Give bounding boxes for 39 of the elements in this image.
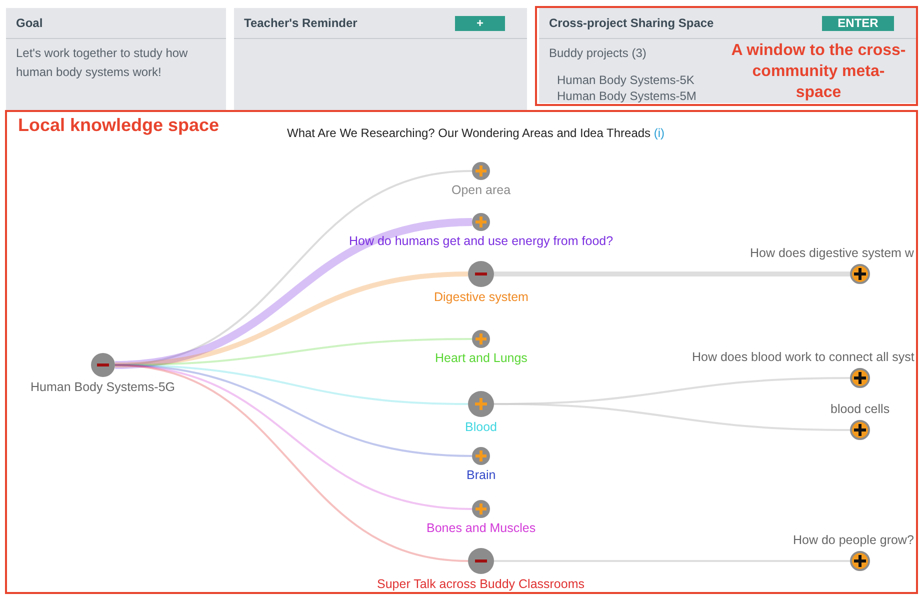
map-title: What Are We Researching? Our Wondering Areas and Idea Threads (i): [287, 126, 665, 140]
panel-title: Cross-project Sharing Space: [549, 16, 714, 30]
plus-node-button[interactable]: [850, 551, 870, 571]
node-label: Blood: [465, 420, 497, 434]
project-link[interactable]: Human Body Systems-5M: [557, 88, 696, 104]
collapse-node-button[interactable]: [91, 353, 115, 377]
buddy-projects-label: Buddy projects (3): [549, 46, 646, 60]
goal-text: Let's work together to study how human body systems work!: [16, 45, 189, 81]
node-label: Brain: [466, 468, 496, 482]
enter-button[interactable]: ENTER: [822, 16, 894, 30]
node-label: Human Body Systems-5G: [30, 380, 175, 394]
panel-title: Teacher's Reminder: [244, 16, 358, 30]
project-link[interactable]: Human Body Systems-5K: [557, 72, 696, 88]
panel-title: Goal: [16, 16, 43, 30]
node-label: Bones and Muscles: [426, 521, 536, 535]
expand-node-button[interactable]: [468, 391, 494, 417]
expand-node-button[interactable]: [472, 447, 490, 465]
expand-node-button[interactable]: [472, 213, 490, 231]
expand-node-button[interactable]: [472, 500, 490, 518]
node-label: Super Talk across Buddy Classrooms: [377, 577, 584, 591]
expand-node-button[interactable]: [472, 330, 490, 348]
node-label: How do people grow?: [793, 533, 914, 547]
info-link[interactable]: (i): [654, 126, 665, 140]
expand-node-button[interactable]: [472, 162, 490, 180]
add-button[interactable]: +: [455, 16, 505, 30]
annotation-text: Local knowledge space: [18, 115, 220, 136]
plus-node-button[interactable]: [850, 264, 870, 284]
collapse-node-button[interactable]: [468, 548, 494, 574]
node-label: How does digestive system w: [750, 246, 914, 260]
node-label: Heart and Lungs: [435, 351, 528, 365]
node-label: Open area: [452, 183, 511, 197]
collapse-node-button[interactable]: [468, 261, 494, 287]
plus-node-button[interactable]: [850, 368, 870, 388]
plus-node-button[interactable]: [850, 420, 870, 440]
annotation-text: A window to the cross-community meta-space: [731, 41, 906, 103]
node-label: Digestive system: [434, 290, 528, 304]
node-label: blood cells: [830, 402, 890, 416]
node-label: How does blood work to connect all syst: [692, 350, 914, 364]
node-label: How do humans get and use energy from food?: [349, 234, 614, 248]
